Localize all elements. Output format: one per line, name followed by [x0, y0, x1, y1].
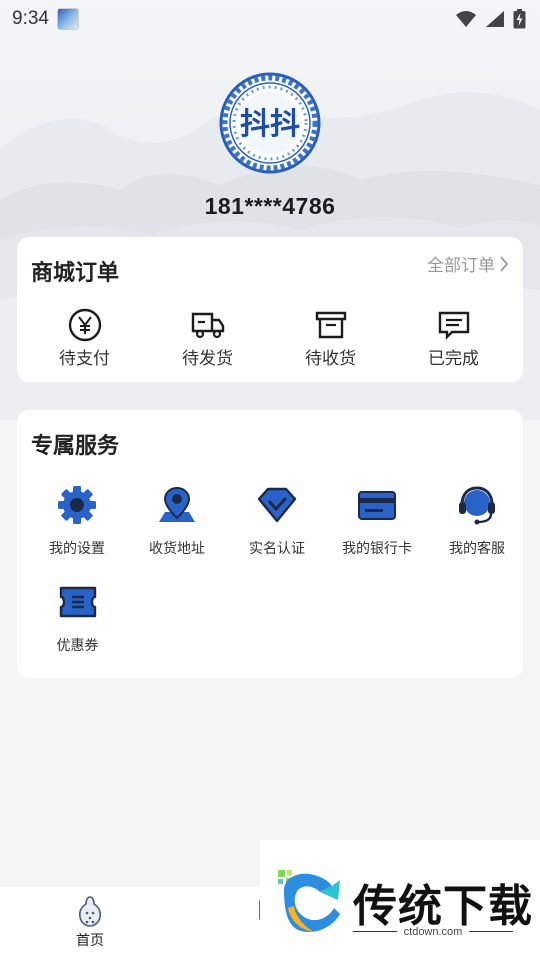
bank-card-icon: [358, 491, 396, 520]
services-card: 专属服务 我的设置 收货地址 实名认证 我的银行卡 我的客服 优惠券: [17, 410, 523, 678]
yen-circle-icon: [68, 308, 101, 342]
orders-card: 商城订单 全部订单 待支付 待发货 待收货 已完成: [17, 237, 523, 382]
gear-icon: [58, 486, 96, 524]
watermark: 传统下载 ctdown.com: [260, 840, 540, 960]
order-label: 已完成: [428, 349, 479, 369]
watermark-url: ctdown.com: [403, 926, 463, 938]
inbox-icon: [315, 311, 346, 339]
app-thumbnail-icon: [56, 8, 79, 30]
order-label: 待发货: [182, 349, 233, 369]
watermark-title: 传统下载: [353, 881, 533, 932]
service-address[interactable]: 收货地址: [127, 484, 227, 581]
avatar[interactable]: 抖抖: [219, 72, 321, 174]
all-orders-link[interactable]: 全部订单: [427, 251, 509, 276]
order-label: 待收货: [305, 349, 356, 369]
service-coupons[interactable]: 优惠券: [27, 581, 128, 678]
all-orders-label: 全部订单: [427, 256, 495, 276]
wifi-icon: [456, 11, 476, 27]
user-phone: 181****4786: [204, 193, 336, 219]
headset-icon: [459, 486, 495, 525]
watermark-logo-icon: [278, 870, 340, 933]
service-label: 优惠券: [56, 638, 99, 654]
orders-title: 商城订单: [31, 261, 120, 286]
coupon-icon: [59, 586, 96, 618]
order-pending-shipment[interactable]: 待发货: [146, 309, 269, 369]
order-pending-payment[interactable]: 待支付: [23, 308, 146, 369]
verified-badge-icon: [257, 487, 297, 523]
order-pending-receipt[interactable]: 待收货: [269, 309, 392, 369]
service-customer-support[interactable]: 我的客服: [427, 484, 527, 581]
chevron-right-icon: [500, 255, 509, 272]
service-label: 我的客服: [449, 541, 505, 557]
receipt-icon: [438, 311, 469, 340]
order-completed[interactable]: 已完成: [392, 309, 515, 369]
service-settings[interactable]: 我的设置: [27, 484, 127, 581]
service-label: 我的设置: [49, 541, 105, 557]
services-title: 专属服务: [31, 434, 120, 459]
avatar-logo-text: 抖抖: [240, 107, 300, 142]
signal-icon: [486, 11, 504, 27]
nav-label: 首页: [76, 933, 104, 949]
location-pin-icon: [159, 486, 195, 522]
nav-home[interactable]: 首页: [60, 895, 120, 950]
order-label: 待支付: [59, 349, 110, 369]
truck-icon: [191, 312, 224, 339]
battery-charging-icon: [513, 9, 526, 29]
status-time: 9:34: [12, 8, 49, 29]
service-label: 收货地址: [149, 541, 205, 557]
status-bar: 9:34: [0, 0, 540, 38]
service-bank-card[interactable]: 我的银行卡: [327, 484, 427, 581]
service-label: 我的银行卡: [342, 541, 412, 557]
service-label: 实名认证: [249, 541, 305, 557]
home-gourd-icon: [78, 896, 102, 927]
service-verification[interactable]: 实名认证: [227, 484, 327, 581]
